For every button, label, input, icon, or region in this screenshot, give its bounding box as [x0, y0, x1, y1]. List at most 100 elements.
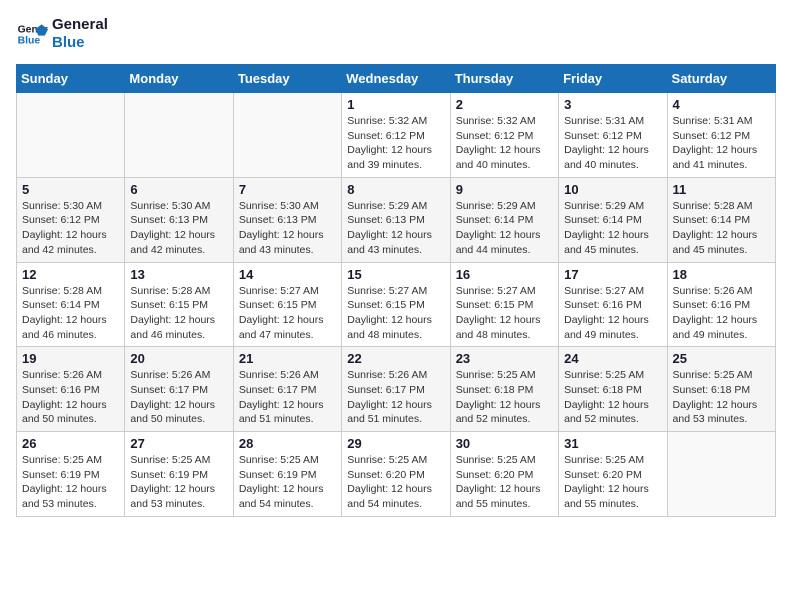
day-info: Sunrise: 5:32 AM Sunset: 6:12 PM Dayligh… [456, 114, 553, 173]
day-info: Sunrise: 5:32 AM Sunset: 6:12 PM Dayligh… [347, 114, 444, 173]
day-info: Sunrise: 5:27 AM Sunset: 6:16 PM Dayligh… [564, 284, 661, 343]
day-info: Sunrise: 5:26 AM Sunset: 6:17 PM Dayligh… [239, 368, 336, 427]
day-cell: 19 Sunrise: 5:26 AM Sunset: 6:16 PM Dayli… [17, 347, 125, 432]
day-number: 25 [673, 351, 770, 366]
day-info: Sunrise: 5:25 AM Sunset: 6:20 PM Dayligh… [456, 453, 553, 512]
day-cell: 31 Sunrise: 5:25 AM Sunset: 6:20 PM Dayli… [559, 432, 667, 517]
day-number: 20 [130, 351, 227, 366]
day-info: Sunrise: 5:25 AM Sunset: 6:18 PM Dayligh… [564, 368, 661, 427]
day-info: Sunrise: 5:26 AM Sunset: 6:16 PM Dayligh… [673, 284, 770, 343]
day-number: 24 [564, 351, 661, 366]
day-info: Sunrise: 5:27 AM Sunset: 6:15 PM Dayligh… [239, 284, 336, 343]
col-header-thursday: Thursday [450, 65, 558, 93]
day-number: 30 [456, 436, 553, 451]
day-cell: 18 Sunrise: 5:26 AM Sunset: 6:16 PM Dayli… [667, 262, 775, 347]
day-info: Sunrise: 5:26 AM Sunset: 6:17 PM Dayligh… [347, 368, 444, 427]
day-info: Sunrise: 5:30 AM Sunset: 6:12 PM Dayligh… [22, 199, 119, 258]
calendar-table: SundayMondayTuesdayWednesdayThursdayFrid… [16, 64, 776, 517]
day-cell: 26 Sunrise: 5:25 AM Sunset: 6:19 PM Dayli… [17, 432, 125, 517]
day-info: Sunrise: 5:31 AM Sunset: 6:12 PM Dayligh… [564, 114, 661, 173]
day-cell [667, 432, 775, 517]
week-row-5: 26 Sunrise: 5:25 AM Sunset: 6:19 PM Dayli… [17, 432, 776, 517]
day-info: Sunrise: 5:28 AM Sunset: 6:14 PM Dayligh… [673, 199, 770, 258]
day-info: Sunrise: 5:26 AM Sunset: 6:17 PM Dayligh… [130, 368, 227, 427]
day-info: Sunrise: 5:26 AM Sunset: 6:16 PM Dayligh… [22, 368, 119, 427]
day-info: Sunrise: 5:25 AM Sunset: 6:19 PM Dayligh… [130, 453, 227, 512]
day-number: 12 [22, 267, 119, 282]
day-info: Sunrise: 5:25 AM Sunset: 6:19 PM Dayligh… [239, 453, 336, 512]
logo-icon: General Blue [16, 18, 48, 50]
week-row-2: 5 Sunrise: 5:30 AM Sunset: 6:12 PM Daylig… [17, 177, 776, 262]
day-number: 22 [347, 351, 444, 366]
day-number: 2 [456, 97, 553, 112]
day-info: Sunrise: 5:29 AM Sunset: 6:13 PM Dayligh… [347, 199, 444, 258]
day-cell: 25Sunrise: 5:25 AM Sunset: 6:18 PM Dayli… [667, 347, 775, 432]
day-number: 31 [564, 436, 661, 451]
day-number: 10 [564, 182, 661, 197]
week-row-1: 1 Sunrise: 5:32 AM Sunset: 6:12 PM Daylig… [17, 93, 776, 178]
day-info: Sunrise: 5:25 AM Sunset: 6:18 PM Dayligh… [456, 368, 553, 427]
day-number: 14 [239, 267, 336, 282]
day-number: 27 [130, 436, 227, 451]
col-header-saturday: Saturday [667, 65, 775, 93]
day-cell: 17Sunrise: 5:27 AM Sunset: 6:16 PM Dayli… [559, 262, 667, 347]
svg-text:Blue: Blue [18, 36, 41, 47]
day-number: 8 [347, 182, 444, 197]
day-cell: 4 Sunrise: 5:31 AM Sunset: 6:12 PM Daylig… [667, 93, 775, 178]
day-cell [233, 93, 341, 178]
day-number: 9 [456, 182, 553, 197]
day-cell: 20 Sunrise: 5:26 AM Sunset: 6:17 PM Dayli… [125, 347, 233, 432]
day-number: 18 [673, 267, 770, 282]
day-cell: 24 Sunrise: 5:25 AM Sunset: 6:18 PM Dayli… [559, 347, 667, 432]
day-number: 16 [456, 267, 553, 282]
day-number: 1 [347, 97, 444, 112]
week-row-4: 19 Sunrise: 5:26 AM Sunset: 6:16 PM Dayli… [17, 347, 776, 432]
logo-general: General [52, 16, 108, 34]
col-header-sunday: Sunday [17, 65, 125, 93]
col-header-wednesday: Wednesday [342, 65, 450, 93]
day-number: 28 [239, 436, 336, 451]
day-cell: 5 Sunrise: 5:30 AM Sunset: 6:12 PM Daylig… [17, 177, 125, 262]
col-header-friday: Friday [559, 65, 667, 93]
day-number: 23 [456, 351, 553, 366]
day-cell: 7Sunrise: 5:30 AM Sunset: 6:13 PM Daylig… [233, 177, 341, 262]
day-number: 13 [130, 267, 227, 282]
day-cell: 14 Sunrise: 5:27 AM Sunset: 6:15 PM Dayli… [233, 262, 341, 347]
day-number: 6 [130, 182, 227, 197]
day-info: Sunrise: 5:25 AM Sunset: 6:19 PM Dayligh… [22, 453, 119, 512]
day-number: 5 [22, 182, 119, 197]
day-info: Sunrise: 5:25 AM Sunset: 6:20 PM Dayligh… [347, 453, 444, 512]
day-info: Sunrise: 5:29 AM Sunset: 6:14 PM Dayligh… [456, 199, 553, 258]
day-cell: 2 Sunrise: 5:32 AM Sunset: 6:12 PM Daylig… [450, 93, 558, 178]
day-cell: 29 Sunrise: 5:25 AM Sunset: 6:20 PM Dayli… [342, 432, 450, 517]
day-number: 19 [22, 351, 119, 366]
day-cell: 6 Sunrise: 5:30 AM Sunset: 6:13 PM Daylig… [125, 177, 233, 262]
day-number: 7 [239, 182, 336, 197]
page-header: General Blue General Blue [16, 16, 776, 52]
day-number: 11 [673, 182, 770, 197]
day-cell [125, 93, 233, 178]
day-cell: 22 Sunrise: 5:26 AM Sunset: 6:17 PM Dayli… [342, 347, 450, 432]
day-cell: 30 Sunrise: 5:25 AM Sunset: 6:20 PM Dayli… [450, 432, 558, 517]
day-info: Sunrise: 5:25 AM Sunset: 6:20 PM Dayligh… [564, 453, 661, 512]
day-info: Sunrise: 5:27 AM Sunset: 6:15 PM Dayligh… [347, 284, 444, 343]
day-cell: 11 Sunrise: 5:28 AM Sunset: 6:14 PM Dayli… [667, 177, 775, 262]
day-number: 29 [347, 436, 444, 451]
logo-blue: Blue [52, 34, 108, 52]
day-cell: 13Sunrise: 5:28 AM Sunset: 6:15 PM Dayli… [125, 262, 233, 347]
day-info: Sunrise: 5:27 AM Sunset: 6:15 PM Dayligh… [456, 284, 553, 343]
day-number: 26 [22, 436, 119, 451]
day-cell: 28 Sunrise: 5:25 AM Sunset: 6:19 PM Dayli… [233, 432, 341, 517]
day-number: 4 [673, 97, 770, 112]
day-cell: 16 Sunrise: 5:27 AM Sunset: 6:15 PM Dayli… [450, 262, 558, 347]
day-info: Sunrise: 5:30 AM Sunset: 6:13 PM Dayligh… [130, 199, 227, 258]
day-number: 3 [564, 97, 661, 112]
calendar-header-row: SundayMondayTuesdayWednesdayThursdayFrid… [17, 65, 776, 93]
day-cell: 15Sunrise: 5:27 AM Sunset: 6:15 PM Dayli… [342, 262, 450, 347]
col-header-monday: Monday [125, 65, 233, 93]
day-cell: 9 Sunrise: 5:29 AM Sunset: 6:14 PM Daylig… [450, 177, 558, 262]
week-row-3: 12 Sunrise: 5:28 AM Sunset: 6:14 PM Dayli… [17, 262, 776, 347]
day-info: Sunrise: 5:31 AM Sunset: 6:12 PM Dayligh… [673, 114, 770, 173]
day-cell: 21Sunrise: 5:26 AM Sunset: 6:17 PM Dayli… [233, 347, 341, 432]
day-info: Sunrise: 5:28 AM Sunset: 6:14 PM Dayligh… [22, 284, 119, 343]
